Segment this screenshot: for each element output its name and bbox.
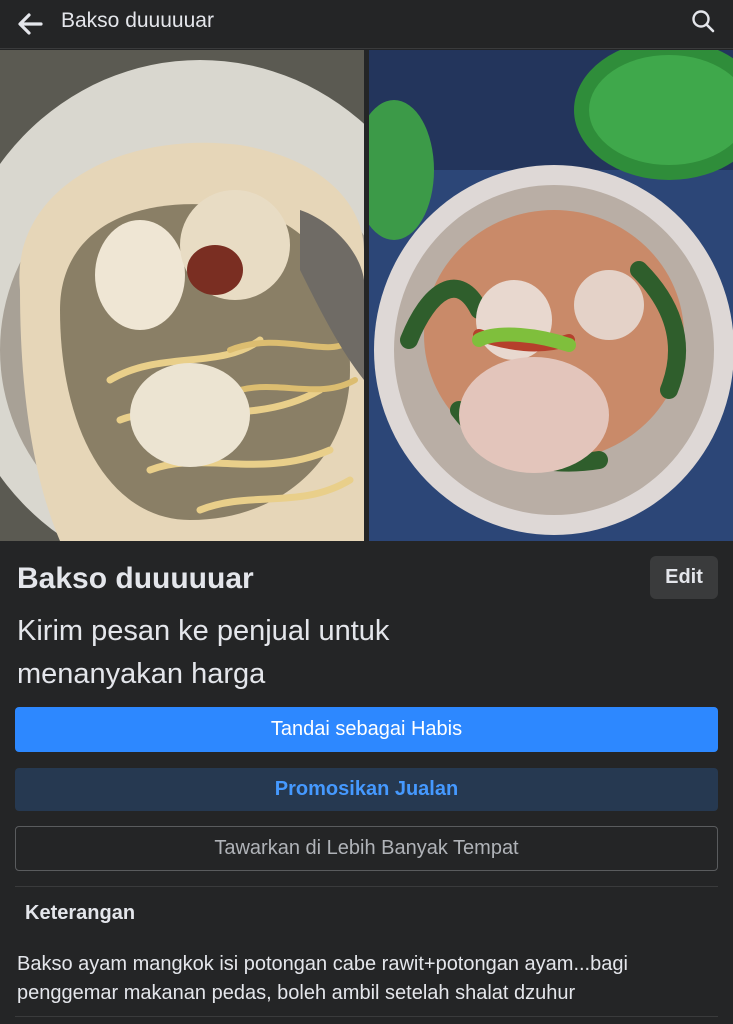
search-icon (692, 10, 715, 33)
meatball-bowl-photo[interactable] (369, 50, 733, 541)
top-bar: Bakso duuuuuar (0, 0, 733, 49)
search-button[interactable] (687, 6, 719, 38)
price-message: Kirim pesan ke penjual untuk menanyakan … (17, 615, 390, 690)
listing-photos[interactable] (0, 50, 733, 541)
description-heading: Keterangan (25, 902, 136, 924)
back-button[interactable] (14, 8, 46, 40)
meatball-with-noodles-photo[interactable] (0, 50, 364, 541)
page-title: Bakso duuuuuar (61, 9, 214, 32)
listing-title: Bakso duuuuuar (17, 562, 254, 595)
section-divider (15, 886, 718, 887)
edit-button[interactable]: Edit (650, 556, 718, 599)
arrow-left-icon (18, 13, 43, 35)
promote-listing-button[interactable]: Promosikan Jualan (15, 768, 718, 811)
list-in-more-places-button[interactable]: Tawarkan di Lebih Banyak Tempat (15, 826, 718, 871)
section-divider (15, 1016, 718, 1017)
mark-sold-button[interactable]: Tandai sebagai Habis (15, 707, 718, 752)
description-text: Bakso ayam mangkok isi potongan cabe raw… (17, 953, 628, 1004)
